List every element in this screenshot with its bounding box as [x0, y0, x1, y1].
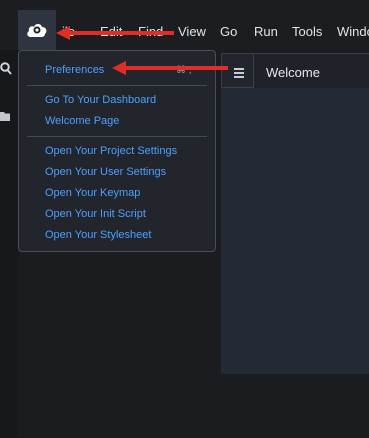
tab-label: Welcome: [266, 65, 320, 80]
menu-item-keymap[interactable]: Open Your Keymap: [45, 187, 140, 199]
hamburger-button[interactable]: [221, 53, 254, 88]
menu-item-preferences[interactable]: Preferences: [45, 64, 104, 76]
menu-bar: ile Edit Find View Go Run Tools Windo: [0, 0, 369, 50]
menu-tools[interactable]: Tools: [292, 24, 322, 39]
menu-separator: [27, 85, 207, 86]
menu-item-welcome-page[interactable]: Welcome Page: [45, 115, 119, 127]
editor-pane: [221, 88, 369, 374]
app-dropdown-menu: Preferences ⌘ , Go To Your Dashboard Wel…: [18, 50, 216, 252]
menu-item-stylesheet[interactable]: Open Your Stylesheet: [45, 229, 151, 241]
tab-welcome[interactable]: Welcome: [254, 53, 369, 88]
menu-run[interactable]: Run: [254, 24, 278, 39]
search-icon[interactable]: [0, 62, 12, 76]
app-menu-button[interactable]: [18, 10, 56, 50]
folder-icon[interactable]: [0, 110, 10, 122]
menu-item-dashboard[interactable]: Go To Your Dashboard: [45, 94, 156, 106]
menu-item-project-settings[interactable]: Open Your Project Settings: [45, 145, 177, 157]
menu-separator: [27, 136, 207, 137]
menu-go[interactable]: Go: [220, 24, 237, 39]
menu-view[interactable]: View: [178, 24, 206, 39]
menu-item-user-settings[interactable]: Open Your User Settings: [45, 166, 166, 178]
menu-window[interactable]: Windo: [337, 24, 369, 39]
cloud-icon: [27, 24, 47, 37]
tool-gutter: [0, 50, 18, 438]
menu-item-init-script[interactable]: Open Your Init Script: [45, 208, 146, 220]
hamburger-icon: [234, 68, 244, 80]
